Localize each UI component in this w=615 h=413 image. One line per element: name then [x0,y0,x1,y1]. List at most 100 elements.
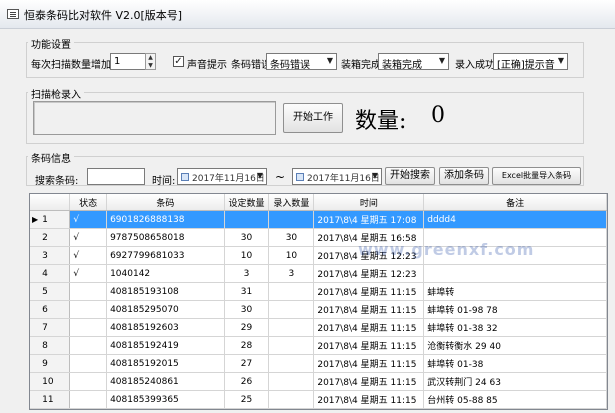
cell-status[interactable] [69,282,108,301]
cell-time[interactable]: 2017\8\4 星期五 17:08 [313,210,425,229]
cell-barcode[interactable]: 408185240861 [106,372,225,391]
cell-note[interactable]: dddd4 [423,210,607,229]
start-work-button[interactable]: 开始工作 [283,103,343,133]
cell-barcode[interactable]: 9787508658018 [106,228,225,247]
cell-set-qty[interactable]: 30 [224,300,270,319]
cell-entered-qty[interactable] [268,354,315,373]
cell-entered-qty[interactable] [268,210,315,229]
cell-time[interactable]: 2017\8\4 星期五 11:15 [313,336,425,355]
table-row[interactable]: ▶10 40818524086126 2017\8\4 星期五 11:15武汉转荆门… [30,372,607,391]
cell-note[interactable]: 台州转 05-88 85 [423,390,607,409]
cell-time[interactable]: 2017\8\4 星期五 12:23 [313,264,425,283]
cell-set-qty[interactable]: 27 [224,354,270,373]
increment-input[interactable]: 1 [110,53,146,70]
sound-checkbox[interactable]: ✓ [173,56,184,67]
cell-entered-qty[interactable] [268,336,315,355]
row-header[interactable]: ▶7 [30,318,71,337]
cell-status[interactable] [69,318,108,337]
cell-entered-qty[interactable] [268,318,315,337]
cell-time[interactable]: 2017\8\4 星期五 11:15 [313,282,425,301]
cell-barcode[interactable]: 408185193108 [106,282,225,301]
table-row[interactable]: ▶4√1040142332017\8\4 星期五 12:23 [30,264,607,283]
cell-note[interactable] [423,264,607,283]
cell-entered-qty[interactable] [268,300,315,319]
cell-barcode[interactable]: 6927799681033 [106,246,225,265]
cell-set-qty[interactable]: 28 [224,336,270,355]
cell-set-qty[interactable]: 25 [224,390,270,409]
cell-entered-qty[interactable] [268,282,315,301]
cell-time[interactable]: 2017\8\4 星期五 11:15 [313,372,425,391]
search-input[interactable] [87,168,145,185]
cell-set-qty[interactable]: 31 [224,282,270,301]
cell-barcode[interactable]: 6901826888138 [106,210,225,229]
table-row[interactable]: ▶11 40818539936525 2017\8\4 星期五 11:15台州转 0… [30,390,607,409]
row-header[interactable]: ▶6 [30,300,71,319]
column-header-note[interactable]: 备注 [423,194,607,211]
cell-set-qty[interactable]: 29 [224,318,270,337]
row-header[interactable]: ▶10 [30,372,71,391]
cell-note[interactable]: 蚌埠转 [423,282,607,301]
cell-note[interactable]: 沧衡转衡水 29 40 [423,336,607,355]
cell-set-qty[interactable]: 10 [224,246,270,265]
row-header[interactable]: ▶ 1 [30,210,71,229]
cell-barcode[interactable]: 408185192015 [106,354,225,373]
scanner-input-area[interactable] [33,101,276,135]
column-header-status[interactable]: 状态 [69,194,108,211]
cell-barcode[interactable]: 408185295070 [106,300,225,319]
cell-note[interactable]: 蚌埠转 01-38 [423,354,607,373]
row-header[interactable]: ▶9 [30,354,71,373]
cell-barcode[interactable]: 408185399365 [106,390,225,409]
date-from-picker[interactable]: 2017年11月16日 ▼ [177,168,267,185]
table-row[interactable]: ▶9 40818519201527 2017\8\4 星期五 11:15蚌埠转 01… [30,354,607,373]
increment-stepper[interactable]: ▲ ▼ [145,53,156,70]
cell-barcode[interactable]: 1040142 [106,264,225,283]
cell-set-qty[interactable]: 26 [224,372,270,391]
search-button[interactable]: 开始搜索 [385,167,435,185]
date-to-picker[interactable]: 2017年11月16日 ▼ [292,168,382,185]
cell-status[interactable] [69,336,108,355]
table-row[interactable]: ▶6 40818529507030 2017\8\4 星期五 11:15蚌埠转 01… [30,300,607,319]
spin-up-icon[interactable]: ▲ [146,54,155,62]
column-header-time[interactable]: 时间 [313,194,425,211]
barcode-error-select[interactable]: 条码错误 ▼ [266,53,337,70]
table-row[interactable]: ▶5 40818519310831 2017\8\4 星期五 11:15蚌埠转 [30,282,607,301]
barcode-table[interactable]: 状态 条码 设定数量 录入数量 时间 备注 ▶ 1 √ 6901826888138 20… [29,193,608,410]
add-barcode-button[interactable]: 添加条码 [439,167,489,185]
column-header-barcode[interactable]: 条码 [106,194,225,211]
box-done-select[interactable]: 装箱完成 ▼ [378,53,449,70]
table-row[interactable]: ▶7 40818519260329 2017\8\4 星期五 11:15蚌埠转 01… [30,318,607,337]
cell-status[interactable]: √ [69,228,108,247]
column-header-set-qty[interactable]: 设定数量 [224,194,270,211]
entry-success-select[interactable]: [正确]提示音 ▼ [493,53,568,70]
row-header[interactable]: ▶8 [30,336,71,355]
cell-note[interactable]: 武汉转荆门 24 63 [423,372,607,391]
cell-entered-qty[interactable]: 10 [268,246,315,265]
cell-status[interactable]: √ [69,210,108,229]
cell-time[interactable]: 2017\8\4 星期五 11:15 [313,354,425,373]
spin-down-icon[interactable]: ▼ [146,62,155,70]
cell-status[interactable] [69,300,108,319]
row-header[interactable]: ▶11 [30,390,71,409]
cell-time[interactable]: 2017\8\4 星期五 11:15 [313,390,425,409]
cell-status[interactable] [69,372,108,391]
row-header[interactable]: ▶4 [30,264,71,283]
row-header[interactable]: ▶5 [30,282,71,301]
cell-status[interactable]: √ [69,246,108,265]
cell-time[interactable]: 2017\8\4 星期五 11:15 [313,300,425,319]
table-row[interactable]: ▶ 1 √ 6901826888138 2017\8\4 星期五 17:08 dddd4 [30,210,607,229]
cell-entered-qty[interactable]: 3 [268,264,315,283]
cell-note[interactable]: 蚌埠转 01-98 78 [423,300,607,319]
cell-status[interactable] [69,354,108,373]
column-header-entered-qty[interactable]: 录入数量 [268,194,315,211]
cell-set-qty[interactable]: 30 [224,228,270,247]
row-header[interactable]: ▶2 [30,228,71,247]
cell-barcode[interactable]: 408185192419 [106,336,225,355]
excel-import-button[interactable]: Excel批量导入条码 [492,167,581,185]
cell-set-qty[interactable]: 3 [224,264,270,283]
cell-barcode[interactable]: 408185192603 [106,318,225,337]
cell-time[interactable]: 2017\8\4 星期五 11:15 [313,318,425,337]
table-row[interactable]: ▶8 40818519241928 2017\8\4 星期五 11:15沧衡转衡水 … [30,336,607,355]
cell-note[interactable]: 蚌埠转 01-38 32 [423,318,607,337]
cell-entered-qty[interactable]: 30 [268,228,315,247]
cell-entered-qty[interactable] [268,390,315,409]
